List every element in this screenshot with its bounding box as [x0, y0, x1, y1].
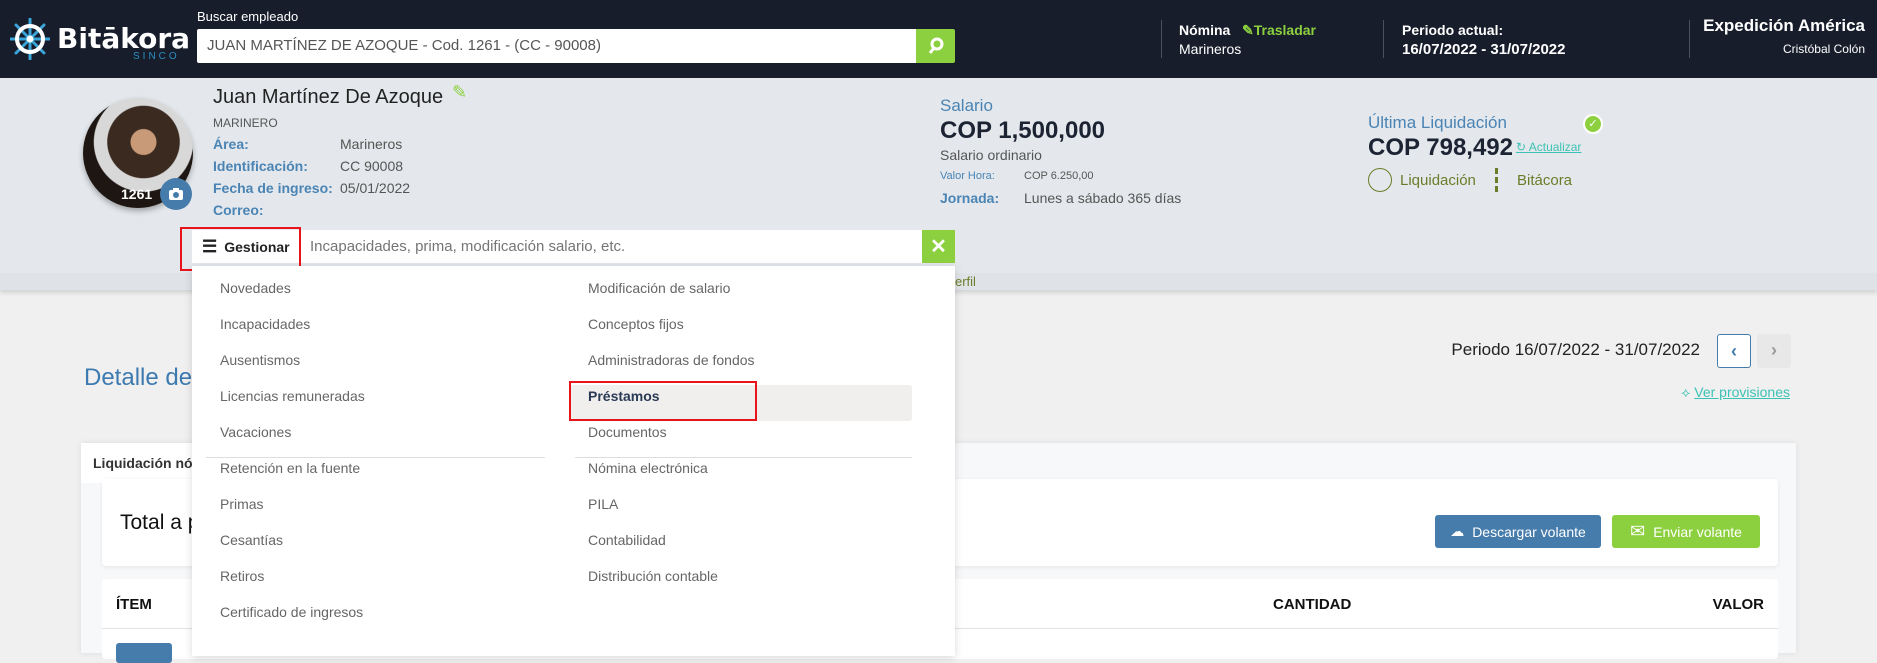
- menu-item-conceptos-fijos[interactable]: Conceptos fijos: [588, 316, 684, 332]
- column-cantidad: CANTIDAD: [1273, 596, 1352, 613]
- next-period-button[interactable]: ›: [1757, 334, 1791, 368]
- menu-item-ausentismos[interactable]: Ausentismos: [220, 352, 300, 368]
- send-volante-button[interactable]: ✉ Enviar volante: [1612, 515, 1760, 548]
- employee-name: Juan Martínez De Azoque: [213, 86, 444, 108]
- column-item: ÍTEM: [116, 596, 152, 613]
- liquidation-chart-icon: [1368, 168, 1392, 192]
- salary-label: Salario: [940, 96, 993, 115]
- employee-code: 1261: [121, 186, 153, 202]
- logo[interactable]: Bitākora SINCO: [10, 18, 190, 62]
- menu-item-certificado-de-ingresos[interactable]: Certificado de ingresos: [220, 604, 363, 620]
- menu-item-pila[interactable]: PILA: [588, 496, 618, 512]
- jornada-value: Lunes a sábado 365 días: [1024, 190, 1182, 206]
- timeline-icon: [1495, 168, 1507, 192]
- highlight-box-gestionar: [180, 227, 301, 271]
- field-label: Fecha de ingreso:: [213, 180, 333, 196]
- tab-label: Liquidación nó: [93, 455, 193, 471]
- menu-item-primas[interactable]: Primas: [220, 496, 264, 512]
- salary-amount: COP 1,500,000: [940, 117, 1106, 144]
- user-name[interactable]: Cristóbal Colón: [1783, 42, 1865, 56]
- bitacora-link[interactable]: Bitácora: [1495, 168, 1572, 192]
- page-title: Detalle de: [84, 364, 193, 391]
- menu-item-contabilidad[interactable]: Contabilidad: [588, 532, 666, 548]
- menu-divider: [575, 457, 912, 458]
- search-icon: [928, 37, 943, 54]
- field-label: Identificación:: [213, 158, 308, 174]
- company-name[interactable]: Expedición América: [1703, 16, 1865, 36]
- menu-item-administradoras-de-fondos[interactable]: Administradoras de fondos: [588, 352, 755, 368]
- camera-icon: [169, 188, 183, 200]
- top-header: Bitākora SINCO Buscar empleado JUAN MART…: [0, 0, 1877, 78]
- employee-search-input[interactable]: JUAN MARTÍNEZ DE AZOQUE - Cod. 1261 - (C…: [197, 29, 917, 63]
- menu-item-documentos[interactable]: Documentos: [588, 424, 667, 440]
- field-label: Correo:: [213, 202, 264, 218]
- envelope-icon: ✉: [1630, 521, 1646, 541]
- field-label: Área:: [213, 136, 249, 152]
- divider: [1161, 20, 1162, 58]
- close-icon: ✕: [930, 236, 947, 258]
- tab-perfil[interactable]: erfil: [955, 274, 976, 289]
- liquidacion-label: Última Liquidación: [1368, 113, 1507, 132]
- menu-item-retiros[interactable]: Retiros: [220, 568, 264, 584]
- periodo-label: Periodo actual:: [1402, 22, 1504, 38]
- menu-item-retencion-en-la-fuente[interactable]: Retención en la fuente: [220, 460, 360, 476]
- chevron-left-icon: ‹: [1731, 341, 1737, 361]
- money-tag-icon: ⟡: [1681, 384, 1691, 400]
- ver-provisiones-link[interactable]: ⟡ Ver provisiones: [1681, 384, 1790, 401]
- menu-item-cesantias[interactable]: Cesantías: [220, 532, 283, 548]
- liquidacion-amount: COP 798,492: [1368, 134, 1513, 161]
- hour-label: Valor Hora:: [940, 170, 995, 182]
- hour-value: COP 6.250,00: [1024, 170, 1094, 182]
- chevron-right-icon: ›: [1771, 340, 1777, 360]
- logo-subtext: SINCO: [133, 51, 180, 62]
- field-value: Marineros: [340, 136, 403, 152]
- refresh-icon: ↻: [1516, 140, 1527, 154]
- gestionar-search-input[interactable]: [310, 234, 910, 259]
- employee-role: MARINERO: [213, 116, 278, 130]
- menu-item-modificacion-de-salario[interactable]: Modificación de salario: [588, 280, 730, 296]
- pencil-icon: ✎: [1242, 22, 1254, 38]
- gestionar-bar: ☰Gestionar ✕: [192, 230, 955, 263]
- previous-period-button[interactable]: ‹: [1717, 334, 1751, 368]
- status-check-icon: ✓: [1583, 114, 1603, 134]
- download-volante-button[interactable]: ☁ Descargar volante: [1435, 515, 1601, 548]
- total-label: Total a p: [120, 511, 200, 534]
- refresh-link[interactable]: ↻ Actualizar: [1516, 140, 1581, 154]
- period-text: Periodo 16/07/2022 - 31/07/2022: [1451, 340, 1700, 359]
- search-label: Buscar empleado: [197, 9, 299, 24]
- cloud-download-icon: ☁: [1450, 523, 1465, 539]
- search-button[interactable]: [916, 29, 955, 63]
- nomina-value: Marineros: [1179, 41, 1242, 57]
- menu-item-distribucion-contable[interactable]: Distribución contable: [588, 568, 718, 584]
- gestionar-menu: Novedades Incapacidades Ausentismos Licenci…: [192, 266, 955, 656]
- salary-type: Salario ordinario: [940, 147, 1042, 163]
- field-value: CC 90008: [340, 158, 404, 174]
- menu-item-nomina-electronica[interactable]: Nómina electrónica: [588, 460, 708, 476]
- divider: [1383, 20, 1384, 58]
- close-button[interactable]: ✕: [922, 230, 955, 263]
- jornada-label: Jornada:: [940, 190, 1000, 206]
- ship-wheel-icon: [10, 18, 50, 60]
- liquidacion-link[interactable]: Liquidación: [1368, 168, 1476, 192]
- divider: [1689, 20, 1690, 58]
- menu-item-vacaciones[interactable]: Vacaciones: [220, 424, 291, 440]
- periodo-value: 16/07/2022 - 31/07/2022: [1402, 41, 1566, 58]
- menu-item-licencias-remuneradas[interactable]: Licencias remuneradas: [220, 388, 365, 404]
- column-valor: VALOR: [1712, 596, 1764, 613]
- menu-item-novedades[interactable]: Novedades: [220, 280, 291, 296]
- edit-employee-icon[interactable]: ✎: [452, 82, 467, 103]
- field-value: 05/01/2022: [340, 180, 411, 196]
- row-button[interactable]: [116, 643, 172, 663]
- change-photo-button[interactable]: [160, 178, 192, 210]
- menu-divider: [206, 457, 545, 458]
- menu-item-incapacidades[interactable]: Incapacidades: [220, 316, 310, 332]
- trasladar-link[interactable]: ✎Trasladar: [1242, 22, 1316, 39]
- highlight-box-prestamos: [569, 381, 757, 421]
- nomina-label: Nómina: [1179, 22, 1231, 38]
